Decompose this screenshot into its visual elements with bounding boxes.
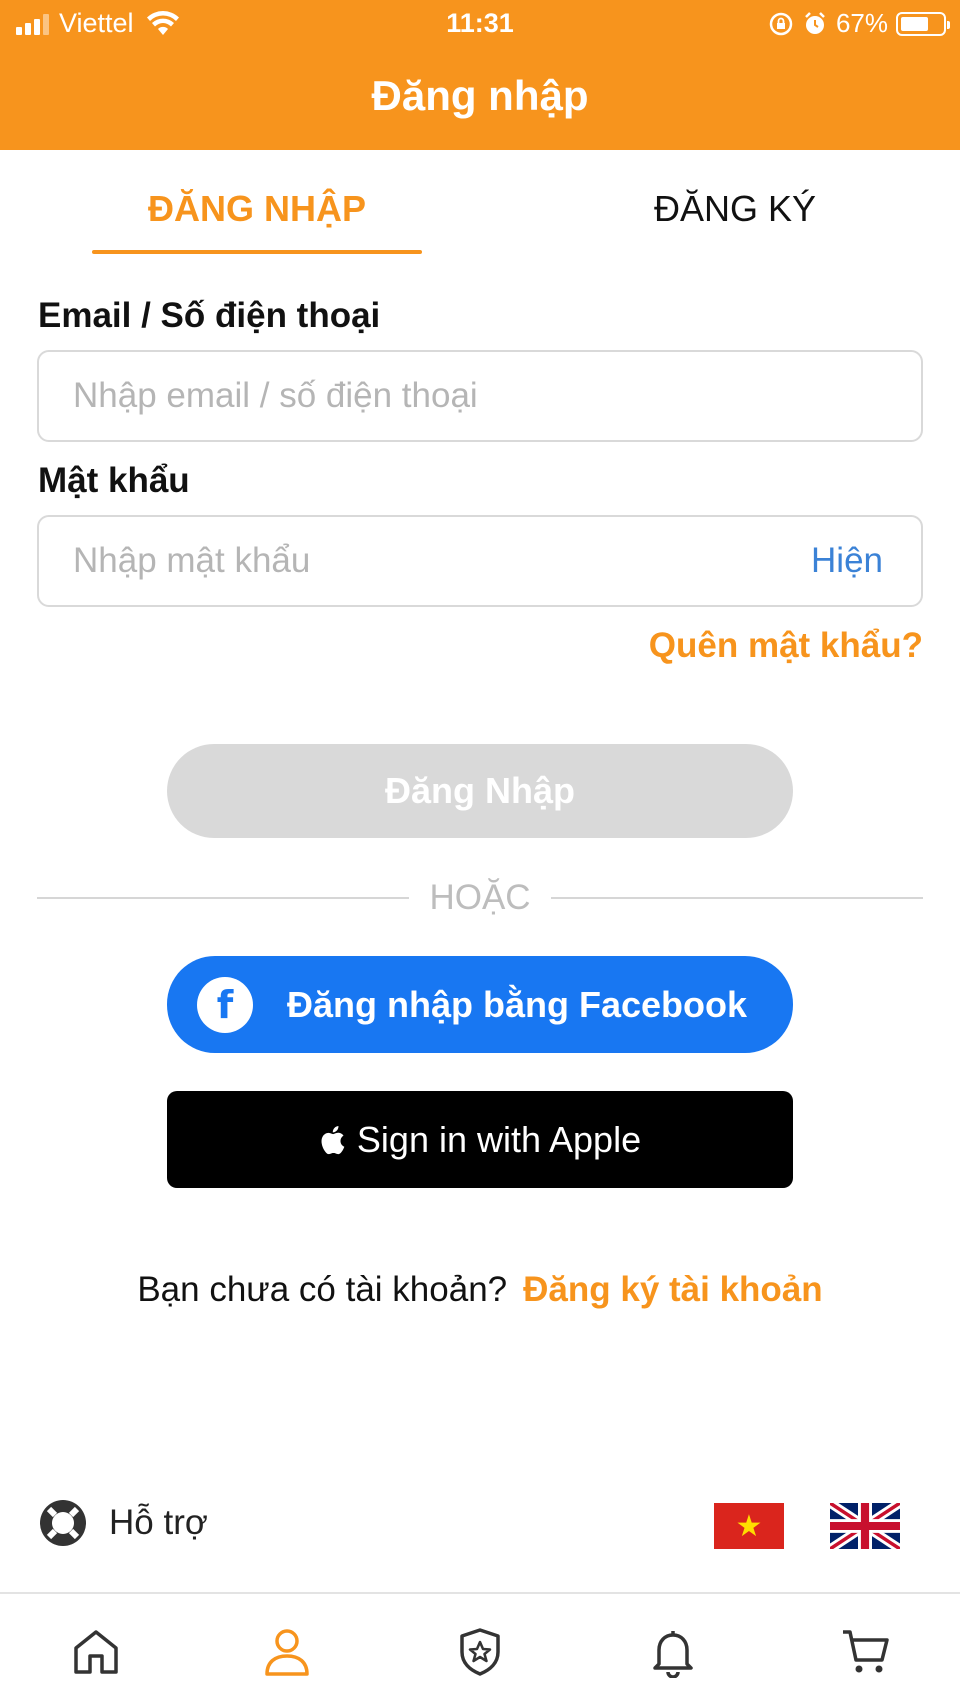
show-password-button[interactable]: Hiện	[811, 541, 883, 581]
signup-prompt: Bạn chưa có tài khoản? Đăng ký tài khoản	[0, 1270, 960, 1310]
signup-question: Bạn chưa có tài khoản?	[137, 1270, 508, 1309]
nav-cart[interactable]	[836, 1622, 896, 1682]
bottom-nav	[0, 1592, 960, 1707]
apple-signin-button[interactable]: Sign in with Apple	[167, 1091, 793, 1188]
cart-icon	[843, 1630, 889, 1673]
apple-icon	[321, 1125, 345, 1154]
password-field: Hiện	[37, 515, 923, 607]
nav-home[interactable]	[66, 1622, 126, 1682]
alarm-icon	[805, 11, 825, 34]
user-icon	[265, 1629, 309, 1676]
signup-link[interactable]: Đăng ký tài khoản	[523, 1270, 823, 1309]
nav-account[interactable]	[257, 1622, 317, 1682]
lifebuoy-icon	[40, 1500, 86, 1546]
badge-star-icon	[460, 1628, 500, 1676]
or-divider: HOẶC	[37, 878, 923, 918]
tab-register[interactable]: ĐĂNG KÝ	[570, 188, 900, 230]
status-bar: Viettel 11:31 67%	[0, 0, 960, 50]
orientation-lock-icon	[769, 12, 793, 35]
support-label: Hỗ trợ	[109, 1503, 208, 1542]
vietnam-flag-icon[interactable]: ★	[714, 1503, 784, 1549]
uk-flag-icon[interactable]	[830, 1503, 900, 1549]
password-label: Mật khẩu	[38, 461, 190, 500]
page-title: Đăng nhập	[371, 72, 589, 119]
facebook-icon: f	[197, 976, 253, 1033]
facebook-login-label: Đăng nhập bằng Facebook	[287, 983, 748, 1025]
tab-login[interactable]: ĐĂNG NHẬP	[92, 188, 422, 230]
status-right: 67%	[768, 8, 950, 39]
password-input[interactable]	[73, 517, 773, 605]
home-icon	[74, 1630, 118, 1674]
nav-rewards[interactable]	[450, 1622, 510, 1682]
battery-percent: 67%	[835, 8, 888, 38]
battery-icon	[896, 11, 950, 36]
nav-notifications[interactable]	[643, 1622, 703, 1682]
divider-line-right	[551, 897, 923, 899]
facebook-login-button[interactable]: f Đăng nhập bằng Facebook	[167, 956, 793, 1053]
forgot-password-link[interactable]: Quên mật khẩu?	[649, 626, 923, 666]
email-label: Email / Số điện thoại	[38, 296, 381, 335]
apple-signin-label: Sign in with Apple	[356, 1118, 642, 1160]
active-tab-indicator	[92, 250, 422, 254]
email-field	[37, 350, 923, 442]
support-link[interactable]: Hỗ trợ	[37, 1497, 208, 1549]
login-button[interactable]: Đăng Nhập	[167, 744, 793, 838]
email-input[interactable]	[73, 352, 773, 440]
auth-tabs: ĐĂNG NHẬP ĐĂNG KÝ	[0, 150, 960, 260]
bell-icon	[653, 1631, 693, 1678]
app-header: Viettel 11:31 67% Đăng nhập	[0, 0, 960, 150]
